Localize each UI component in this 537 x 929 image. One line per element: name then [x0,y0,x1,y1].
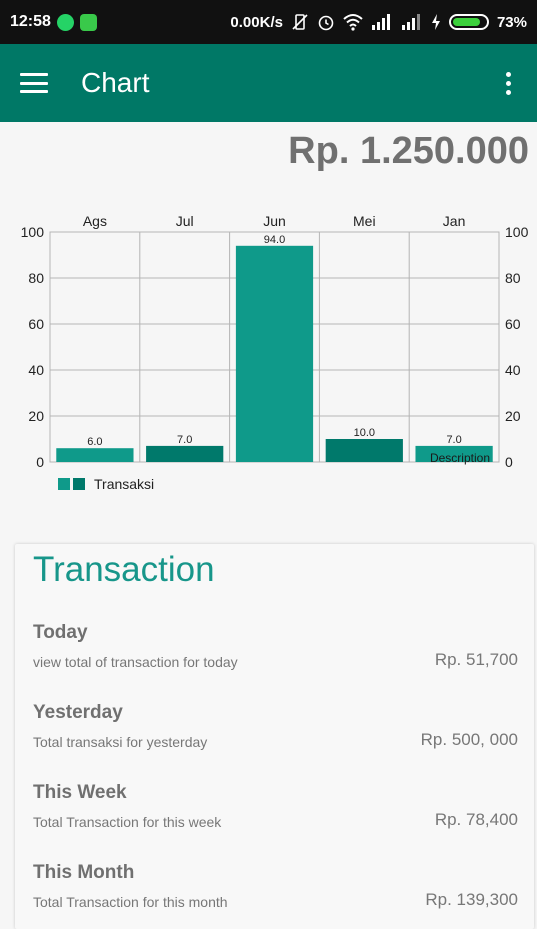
chart-bar [146,445,224,462]
transaction-item-yesterday[interactable]: Yesterday Total transaksi for yesterday … [33,702,518,772]
x-tick-label: Ags [83,213,107,229]
whatsapp-notification-icon [56,13,74,31]
network-speed: 0.00K/s [230,13,283,31]
y-tick-label-right: 100 [505,224,529,240]
transaction-item-this-month[interactable]: This Month Total Transaction for this mo… [33,862,518,929]
page-title: Chart [81,67,150,98]
bar-value-label: 7.0 [177,434,192,446]
transaction-item-label: This Month [33,862,135,883]
x-tick-label: Mei [353,213,376,229]
y-tick-label-right: 60 [505,316,521,332]
y-tick-label-right: 40 [505,362,521,378]
y-tick-label-right: 0 [505,454,513,470]
bar-value-label: 6.0 [87,436,102,448]
app-bar: Chart [0,44,537,122]
charging-icon [431,14,441,30]
chart-svg: 6.0 7.0 94.0 10.0 7.0 0 0 20 20 40 40 60 60 80 80 100 1… [21,213,529,492]
y-tick-label-left: 60 [28,316,44,332]
wifi-icon [343,13,363,31]
transaction-item-this-week[interactable]: This Week Total Transaction for this wee… [33,782,518,852]
transaction-card: Transaction Today view total of transact… [15,544,534,929]
y-tick-label-left: 80 [28,270,44,286]
transaction-item-label: This Week [33,782,127,803]
transaction-item-desc: view total of transaction for today [33,654,238,670]
app-notification-icon [79,13,97,31]
legend-swatch-2 [73,478,85,490]
transaction-item-value: Rp. 78,400 [434,810,518,829]
chart-bars: 6.0 7.0 94.0 10.0 7.0 [56,234,493,462]
status-bar: 12:58 0.00K/s 73% [0,0,537,44]
bar-value-label: 10.0 [354,427,375,439]
legend-label: Transaksi [94,476,154,492]
hamburger-menu-icon[interactable] [20,73,48,93]
transaction-item-label: Yesterday [33,702,123,723]
clock: 12:58 [10,13,51,30]
transaction-item-desc: Total Transaction for this month [33,894,228,910]
battery-percent: 73% [496,13,527,31]
transaction-item-label: Today [33,622,88,643]
transaction-item-value: Rp. 139,300 [425,890,518,909]
x-tick-label: Jan [443,213,466,229]
transaction-item-today[interactable]: Today view total of transaction for toda… [33,622,518,692]
transaction-item-value: Rp. 500, 000 [420,730,518,749]
legend-swatch-1 [58,478,70,490]
signal-icon [371,14,393,30]
bar-value-label: 7.0 [446,434,461,446]
chart-x-labels: Ags Jul Jun Mei Jan [83,213,466,229]
y-tick-label-left: 40 [28,362,44,378]
y-tick-label-left: 100 [21,224,45,240]
more-vert-icon[interactable] [500,66,517,101]
y-tick-label-left: 0 [36,454,44,470]
chart-description: Description [430,451,490,465]
chart-bar [56,448,134,462]
y-tick-label-left: 20 [28,408,44,424]
x-tick-label: Jul [176,213,194,229]
signal-icon-2 [401,14,423,30]
transaction-item-value: Rp. 51,700 [434,650,518,669]
y-tick-label-right: 20 [505,408,521,424]
transaction-item-desc: Total transaksi for yesterday [33,734,208,750]
bar-value-label: 94.0 [264,234,285,246]
transaction-title: Transaction [33,550,215,589]
y-tick-label-right: 80 [505,270,521,286]
transaction-item-desc: Total Transaction for this week [33,814,222,830]
vibrate-off-icon [291,13,309,31]
x-tick-label: Jun [263,213,286,229]
total-amount: Rp. 1.250.000 [288,130,529,172]
chart-bar [325,439,403,462]
chart-bar [235,245,314,462]
battery-icon [448,14,489,30]
alarm-icon [317,13,335,31]
bar-chart: 6.0 7.0 94.0 10.0 7.0 0 0 20 20 40 40 60 60 80 80 100 1… [12,205,537,505]
